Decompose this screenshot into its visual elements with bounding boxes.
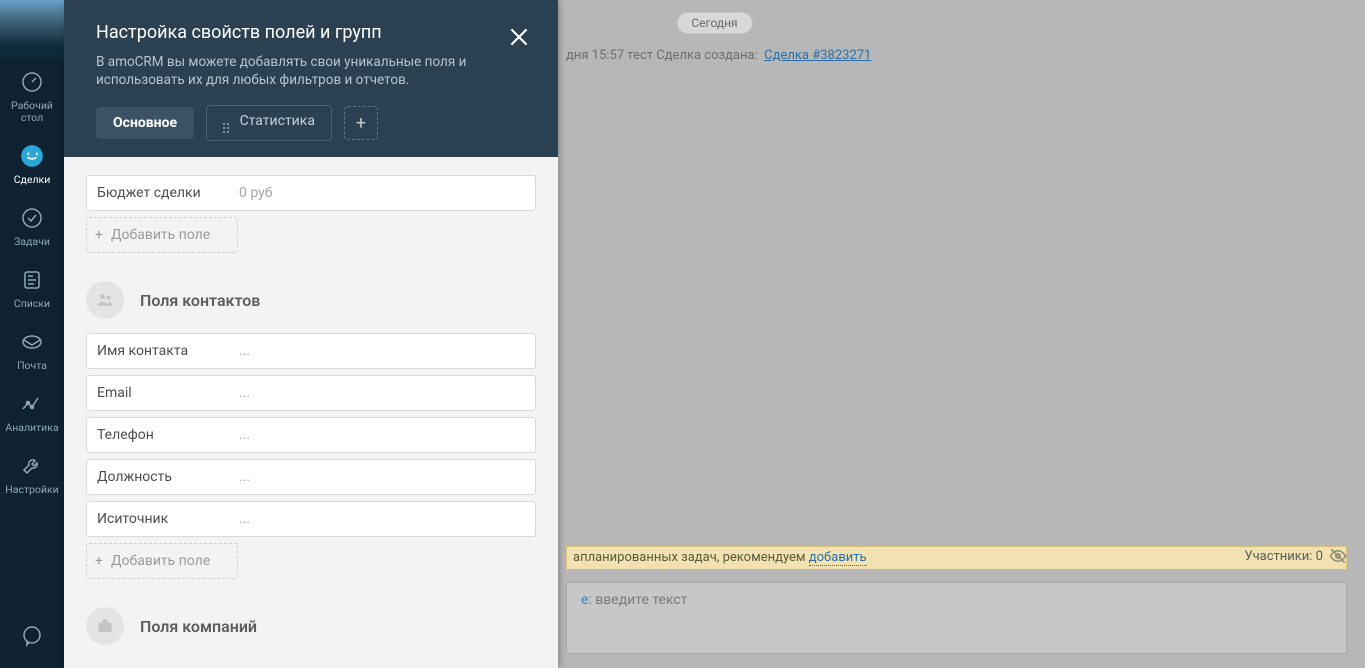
- section-contacts: Поля контактов: [86, 281, 536, 319]
- modal-header: Настройка свойств полей и групп В amoCRM…: [64, 0, 558, 105]
- sidebar-item-tasks[interactable]: Задачи: [0, 194, 64, 256]
- note-input[interactable]: е: введите текст: [566, 582, 1347, 654]
- section-title: Поля компаний: [140, 617, 257, 636]
- add-tab-button[interactable]: +: [344, 106, 378, 140]
- sidebar-item-label: Списки: [14, 298, 50, 310]
- wrench-icon: [18, 452, 46, 480]
- feed-text: дня 15:57 тест Сделка создана:: [566, 48, 758, 63]
- check-circle-icon: [18, 204, 46, 232]
- tab-main[interactable]: Основное: [96, 107, 194, 139]
- analytics-icon: [18, 390, 46, 418]
- field-value: ...: [239, 511, 250, 527]
- tab-label: Статистика: [240, 113, 315, 129]
- note-prefix: е:: [581, 592, 592, 608]
- sidebar-item-label: Аналитика: [5, 422, 58, 434]
- modal-body: Бюджет сделки 0 руб + Добавить поле Поля…: [64, 157, 558, 668]
- sidebar-item-label: Настройки: [5, 484, 58, 496]
- field-value: ...: [239, 469, 250, 485]
- sidebar-item-dashboard[interactable]: Рабочий стол: [0, 58, 64, 132]
- field-label: Бюджет сделки: [87, 185, 239, 201]
- plus-icon: +: [95, 227, 103, 243]
- modal-title: Настройка свойств полей и групп: [96, 22, 530, 43]
- field-value: ...: [239, 343, 250, 359]
- add-field-label: Добавить поле: [111, 227, 210, 243]
- add-field-button[interactable]: + Добавить поле: [86, 217, 238, 253]
- field-label: Должность: [87, 469, 239, 485]
- sidebar-avatar[interactable]: [0, 0, 64, 58]
- field-source[interactable]: Иситочник ...: [86, 501, 536, 537]
- modal-subtitle: В amoCRM вы можете добавлять свои уникал…: [96, 53, 530, 89]
- field-label: Email: [87, 385, 239, 401]
- sidebar-item-deals[interactable]: Сделки: [0, 132, 64, 194]
- drag-handle-icon: [223, 123, 231, 133]
- sidebar-item-mail[interactable]: Почта: [0, 318, 64, 380]
- modal-tabs: Основное Статистика +: [64, 105, 558, 157]
- sidebar-item-lists[interactable]: Списки: [0, 256, 64, 318]
- deals-icon: [18, 142, 46, 170]
- tab-label: Основное: [113, 115, 177, 131]
- field-position[interactable]: Должность ...: [86, 459, 536, 495]
- plus-icon: +: [95, 553, 103, 569]
- field-phone[interactable]: Телефон ...: [86, 417, 536, 453]
- add-contact-field-button[interactable]: + Добавить поле: [86, 543, 238, 579]
- deal-link[interactable]: Сделка #3823271: [764, 48, 871, 63]
- feed-entry: дня 15:57 тест Сделка создана: Сделка #3…: [566, 48, 871, 63]
- today-separator: Сегодня: [676, 12, 752, 34]
- briefcase-icon: [86, 607, 124, 645]
- add-field-label: Добавить поле: [111, 553, 210, 569]
- participants-label: Участники: 0: [1245, 549, 1323, 564]
- gauge-icon: [18, 68, 46, 96]
- field-label: Иситочник: [87, 511, 239, 527]
- sidebar-item-settings[interactable]: Настройки: [0, 442, 64, 504]
- field-value: ...: [239, 385, 250, 401]
- section-title: Поля контактов: [140, 291, 260, 310]
- sidebar-item-label: Задачи: [14, 236, 50, 248]
- field-value: ...: [239, 427, 250, 443]
- task-reminder-bar: апланированных задач, рекомендуем добави…: [566, 546, 1347, 570]
- mail-icon: [18, 328, 46, 356]
- field-settings-panel: Настройка свойств полей и групп В amoCRM…: [64, 0, 558, 668]
- note-placeholder: введите текст: [592, 592, 688, 608]
- close-button[interactable]: [506, 24, 532, 50]
- chat-icon: [18, 622, 46, 650]
- tab-stats[interactable]: Статистика: [206, 105, 332, 141]
- eye-off-icon: [1329, 547, 1347, 565]
- participants-block[interactable]: Участники: 0: [1245, 547, 1347, 565]
- sidebar-item-label: Рабочий стол: [0, 100, 64, 124]
- sidebar-item-label: Почта: [17, 360, 47, 372]
- sidebar-item-label: Сделки: [14, 174, 51, 186]
- field-value: 0 руб: [239, 185, 273, 201]
- contacts-icon: [86, 281, 124, 319]
- plus-icon: +: [356, 113, 366, 134]
- app-sidebar: Рабочий стол Сделки Задачи Списки Почта …: [0, 0, 64, 668]
- field-email[interactable]: Email ...: [86, 375, 536, 411]
- field-contact-name[interactable]: Имя контакта ...: [86, 333, 536, 369]
- lists-icon: [18, 266, 46, 294]
- sidebar-item-chat[interactable]: [0, 612, 64, 658]
- field-budget[interactable]: Бюджет сделки 0 руб: [86, 175, 536, 211]
- section-companies: Поля компаний: [86, 607, 536, 645]
- field-label: Телефон: [87, 427, 239, 443]
- add-task-link[interactable]: добавить: [809, 550, 867, 566]
- sidebar-item-analytics[interactable]: Аналитика: [0, 380, 64, 442]
- field-label: Имя контакта: [87, 343, 239, 359]
- task-text: апланированных задач, рекомендуем: [573, 550, 809, 565]
